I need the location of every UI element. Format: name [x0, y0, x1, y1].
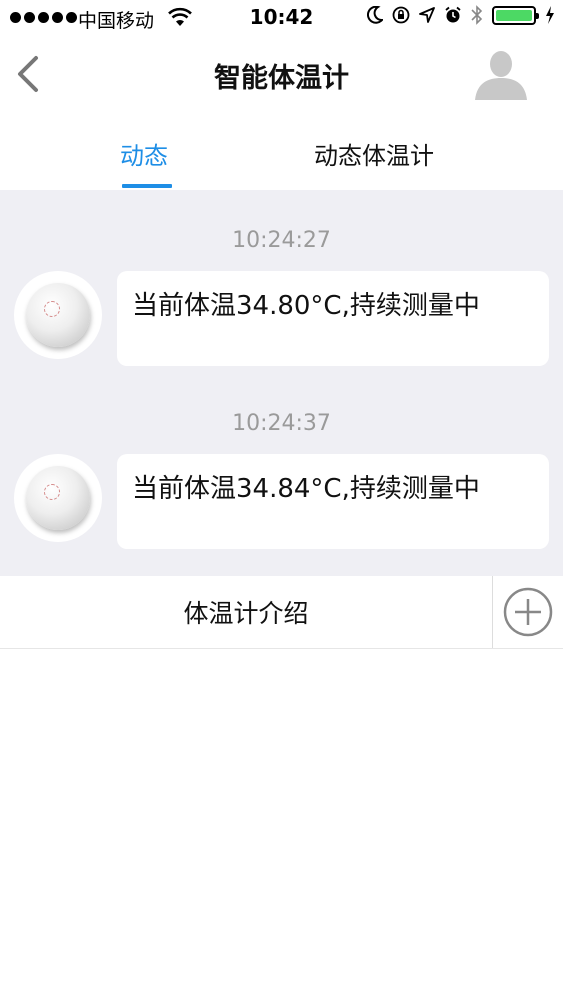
message-timestamp: 10:24:27 [232, 228, 331, 253]
bottom-bar: 体温计介绍 [0, 576, 563, 649]
tab-dynamic-thermometer[interactable]: 动态体温计 [314, 136, 434, 171]
thermometer-device-icon [14, 454, 102, 542]
message-timestamp: 10:24:37 [232, 411, 331, 436]
charging-icon [546, 6, 554, 24]
plus-circle-icon [503, 587, 553, 637]
add-button[interactable] [493, 576, 563, 648]
orientation-lock-icon [392, 6, 410, 24]
location-icon [419, 7, 435, 23]
bluetooth-icon [471, 5, 483, 25]
user-avatar-icon[interactable] [473, 44, 529, 100]
moon-icon [367, 6, 383, 24]
message-bubble: 当前体温34.80°C,持续测量中 [117, 271, 549, 366]
status-icons [367, 5, 555, 25]
thermometer-intro-button[interactable]: 体温计介绍 [0, 576, 492, 648]
tab-bar: 动态 动态体温计 [0, 114, 563, 190]
thermometer-device-icon [14, 271, 102, 359]
status-bar: 中国移动 10:42 [0, 0, 563, 36]
tab-dynamic[interactable]: 动态 [120, 136, 168, 171]
message-bubble: 当前体温34.84°C,持续测量中 [117, 454, 549, 549]
message-feed[interactable]: 10:24:27 当前体温34.80°C,持续测量中 10:24:37 当前体温… [0, 190, 563, 576]
active-tab-indicator [122, 184, 172, 188]
navigation-bar: 智能体温计 [0, 36, 563, 114]
battery-icon [492, 5, 539, 25]
alarm-icon [445, 6, 461, 23]
